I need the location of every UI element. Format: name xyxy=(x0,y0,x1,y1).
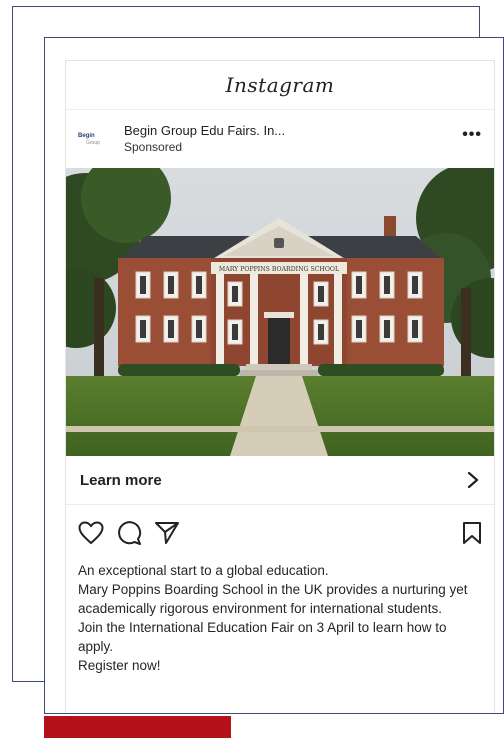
heart-icon[interactable] xyxy=(78,521,104,545)
instagram-header: Instagram xyxy=(66,61,494,110)
avatar[interactable]: Begin Group xyxy=(78,121,114,157)
accent-bar xyxy=(44,716,231,738)
post-caption: An exceptional start to a global educati… xyxy=(66,561,494,675)
school-sign: MARY POPPINS BOARDING SCHOOL xyxy=(219,266,339,273)
post-image: MARY POPPINS BOARDING SCHOOL xyxy=(66,168,494,456)
instagram-logo: Instagram xyxy=(225,73,335,97)
chevron-right-icon[interactable] xyxy=(466,472,480,488)
more-icon[interactable]: ••• xyxy=(462,126,482,144)
learn-more-row[interactable]: Learn more xyxy=(66,456,494,505)
caption-line: Join the International Education Fair on… xyxy=(78,620,447,654)
caption-line: Register now! xyxy=(78,658,161,673)
bookmark-icon[interactable] xyxy=(462,521,482,545)
front-frame: Instagram Begin Group Begin Group Edu Fa… xyxy=(44,37,504,714)
instagram-post-card: Instagram Begin Group Begin Group Edu Fa… xyxy=(65,60,495,713)
share-icon[interactable] xyxy=(154,521,180,545)
caption-line: An exceptional start to a global educati… xyxy=(78,563,329,578)
avatar-subtext: Group xyxy=(86,139,100,146)
comment-icon[interactable] xyxy=(116,520,142,546)
learn-more-button[interactable]: Learn more xyxy=(80,472,162,489)
account-row: Begin Group Begin Group Edu Fairs. In...… xyxy=(66,110,494,168)
caption-line: Mary Poppins Boarding School in the UK p… xyxy=(78,582,468,616)
account-name[interactable]: Begin Group Edu Fairs. In... xyxy=(124,123,285,139)
sponsored-label: Sponsored xyxy=(124,140,183,154)
avatar-text: Begin xyxy=(78,132,95,139)
action-bar xyxy=(66,505,494,561)
